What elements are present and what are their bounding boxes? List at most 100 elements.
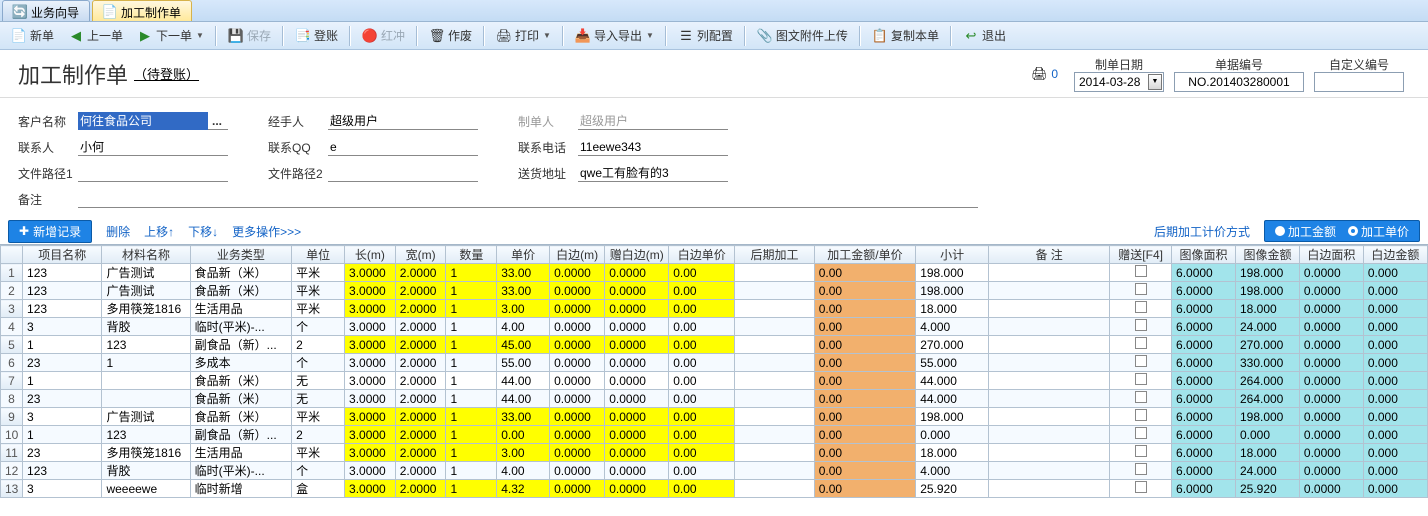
table-row[interactable]: 93广告测试食品新（米）平米3.00002.0000133.000.00000.… — [1, 408, 1428, 426]
column-header[interactable]: 项目名称 — [23, 246, 102, 264]
cell[interactable]: 盒 — [292, 480, 345, 498]
exit-button[interactable]: ↩退出 — [957, 24, 1012, 47]
table-row[interactable]: 133weeeewe临时新增盒3.00002.000014.320.00000.… — [1, 480, 1428, 498]
cell[interactable]: 2.0000 — [395, 408, 446, 426]
cell[interactable]: 1 — [446, 408, 497, 426]
custom-no-input[interactable] — [1314, 72, 1404, 92]
attachment-button[interactable]: 📎图文附件上传 — [751, 24, 854, 47]
column-header[interactable]: 数量 — [446, 246, 497, 264]
cell[interactable]: 0.00 — [814, 390, 915, 408]
cell[interactable]: 0.00 — [669, 336, 735, 354]
cell[interactable]: 1 — [446, 300, 497, 318]
cell[interactable]: 3.0000 — [345, 318, 396, 336]
cell[interactable]: 背胶 — [102, 462, 190, 480]
table-row[interactable]: 1123广告测试食品新（米）平米3.00002.0000133.000.0000… — [1, 264, 1428, 282]
cell[interactable]: 23 — [23, 354, 102, 372]
cell[interactable]: 0.000 — [1363, 426, 1427, 444]
prev-button[interactable]: ◀上一单 — [62, 24, 129, 47]
cell[interactable]: 3.0000 — [345, 336, 396, 354]
cell[interactable]: 2.0000 — [395, 264, 446, 282]
cell[interactable]: 0.0000 — [605, 372, 669, 390]
cell[interactable]: 食品新（米） — [190, 372, 291, 390]
cell[interactable] — [1110, 426, 1172, 444]
cell[interactable]: 1 — [446, 336, 497, 354]
cell[interactable]: 2.0000 — [395, 372, 446, 390]
movedown-link[interactable]: 下移↓ — [188, 223, 218, 240]
cell[interactable]: 0.0000 — [1299, 444, 1363, 462]
checkbox-icon[interactable] — [1135, 355, 1147, 367]
cell[interactable] — [988, 318, 1109, 336]
cell[interactable]: 3 — [23, 408, 102, 426]
cell[interactable]: 0.00 — [814, 354, 915, 372]
cell[interactable]: 2.0000 — [395, 480, 446, 498]
cell[interactable]: 264.000 — [1235, 372, 1299, 390]
column-header[interactable]: 加工金额/单价 — [814, 246, 915, 264]
cell[interactable]: 24.000 — [1235, 318, 1299, 336]
cell[interactable]: 1 — [446, 480, 497, 498]
cell[interactable]: 0.0000 — [605, 300, 669, 318]
table-row[interactable]: 1123多用筷笼1816生活用品平米3.00002.000013.000.000… — [1, 444, 1428, 462]
cell[interactable]: 44.00 — [497, 372, 550, 390]
cell[interactable]: 3.0000 — [345, 282, 396, 300]
cell[interactable]: 33.00 — [497, 282, 550, 300]
lookup-button[interactable]: ... — [208, 114, 226, 128]
cell[interactable]: 0.0000 — [605, 462, 669, 480]
customer-input[interactable] — [78, 112, 208, 130]
cell[interactable]: 0.0000 — [605, 408, 669, 426]
table-row[interactable]: 51123副食品（新）...23.00002.0000145.000.00000… — [1, 336, 1428, 354]
column-header[interactable]: 白边单价 — [669, 246, 735, 264]
cell[interactable]: 55.00 — [497, 354, 550, 372]
cell[interactable]: 广告测试 — [102, 408, 190, 426]
cell[interactable]: 2.0000 — [395, 300, 446, 318]
phone-input[interactable] — [578, 138, 728, 156]
post-button[interactable]: 📑登账 — [289, 24, 344, 47]
cell[interactable]: 330.000 — [1235, 354, 1299, 372]
cell[interactable]: 1 — [23, 336, 102, 354]
checkbox-icon[interactable] — [1135, 301, 1147, 313]
tab-process-order[interactable]: 📄 加工制作单 — [92, 0, 192, 21]
cell[interactable] — [735, 282, 814, 300]
cell[interactable]: 广告测试 — [102, 282, 190, 300]
cell[interactable]: 0.000 — [916, 426, 989, 444]
cell[interactable]: 0.0000 — [550, 336, 605, 354]
cell[interactable] — [735, 408, 814, 426]
save-button[interactable]: 💾保存 — [222, 24, 277, 47]
cell[interactable]: 4.00 — [497, 318, 550, 336]
cell[interactable]: 0.000 — [1363, 408, 1427, 426]
cell[interactable]: 0.00 — [669, 390, 735, 408]
cell[interactable]: 2.0000 — [395, 318, 446, 336]
cell[interactable]: 1 — [446, 282, 497, 300]
date-picker-button[interactable]: ▼ — [1148, 74, 1162, 90]
cell[interactable]: 0.0000 — [605, 426, 669, 444]
cell[interactable]: 3.0000 — [345, 264, 396, 282]
cell[interactable]: 0.0000 — [1299, 264, 1363, 282]
cell[interactable]: 0.0000 — [605, 318, 669, 336]
cell[interactable]: 1 — [446, 354, 497, 372]
cell[interactable]: 0.0000 — [1299, 354, 1363, 372]
checkbox-icon[interactable] — [1135, 427, 1147, 439]
cell[interactable] — [1110, 300, 1172, 318]
cell[interactable] — [988, 354, 1109, 372]
path2-input[interactable] — [328, 164, 478, 182]
printer-icon[interactable]: 🖨 — [1031, 66, 1047, 82]
more-ops-link[interactable]: 更多操作>>> — [232, 223, 301, 240]
cell[interactable]: 3 — [23, 318, 102, 336]
cell[interactable] — [988, 390, 1109, 408]
cell[interactable]: 0.00 — [814, 426, 915, 444]
cell[interactable]: 2.0000 — [395, 462, 446, 480]
cell[interactable] — [988, 408, 1109, 426]
cell[interactable]: 6.0000 — [1172, 480, 1236, 498]
table-row[interactable]: 2123广告测试食品新（米）平米3.00002.0000133.000.0000… — [1, 282, 1428, 300]
import-export-button[interactable]: 📥导入导出▼ — [569, 24, 660, 47]
cell[interactable] — [988, 282, 1109, 300]
cell[interactable]: 2.0000 — [395, 444, 446, 462]
column-header[interactable] — [1, 246, 23, 264]
cell[interactable]: 23 — [23, 390, 102, 408]
cell[interactable]: 0.0000 — [1299, 336, 1363, 354]
cell[interactable]: 3.00 — [497, 300, 550, 318]
cell[interactable] — [1110, 336, 1172, 354]
cell[interactable] — [735, 300, 814, 318]
cell[interactable]: 6.0000 — [1172, 408, 1236, 426]
cell[interactable] — [102, 372, 190, 390]
cell[interactable]: 0.000 — [1363, 336, 1427, 354]
